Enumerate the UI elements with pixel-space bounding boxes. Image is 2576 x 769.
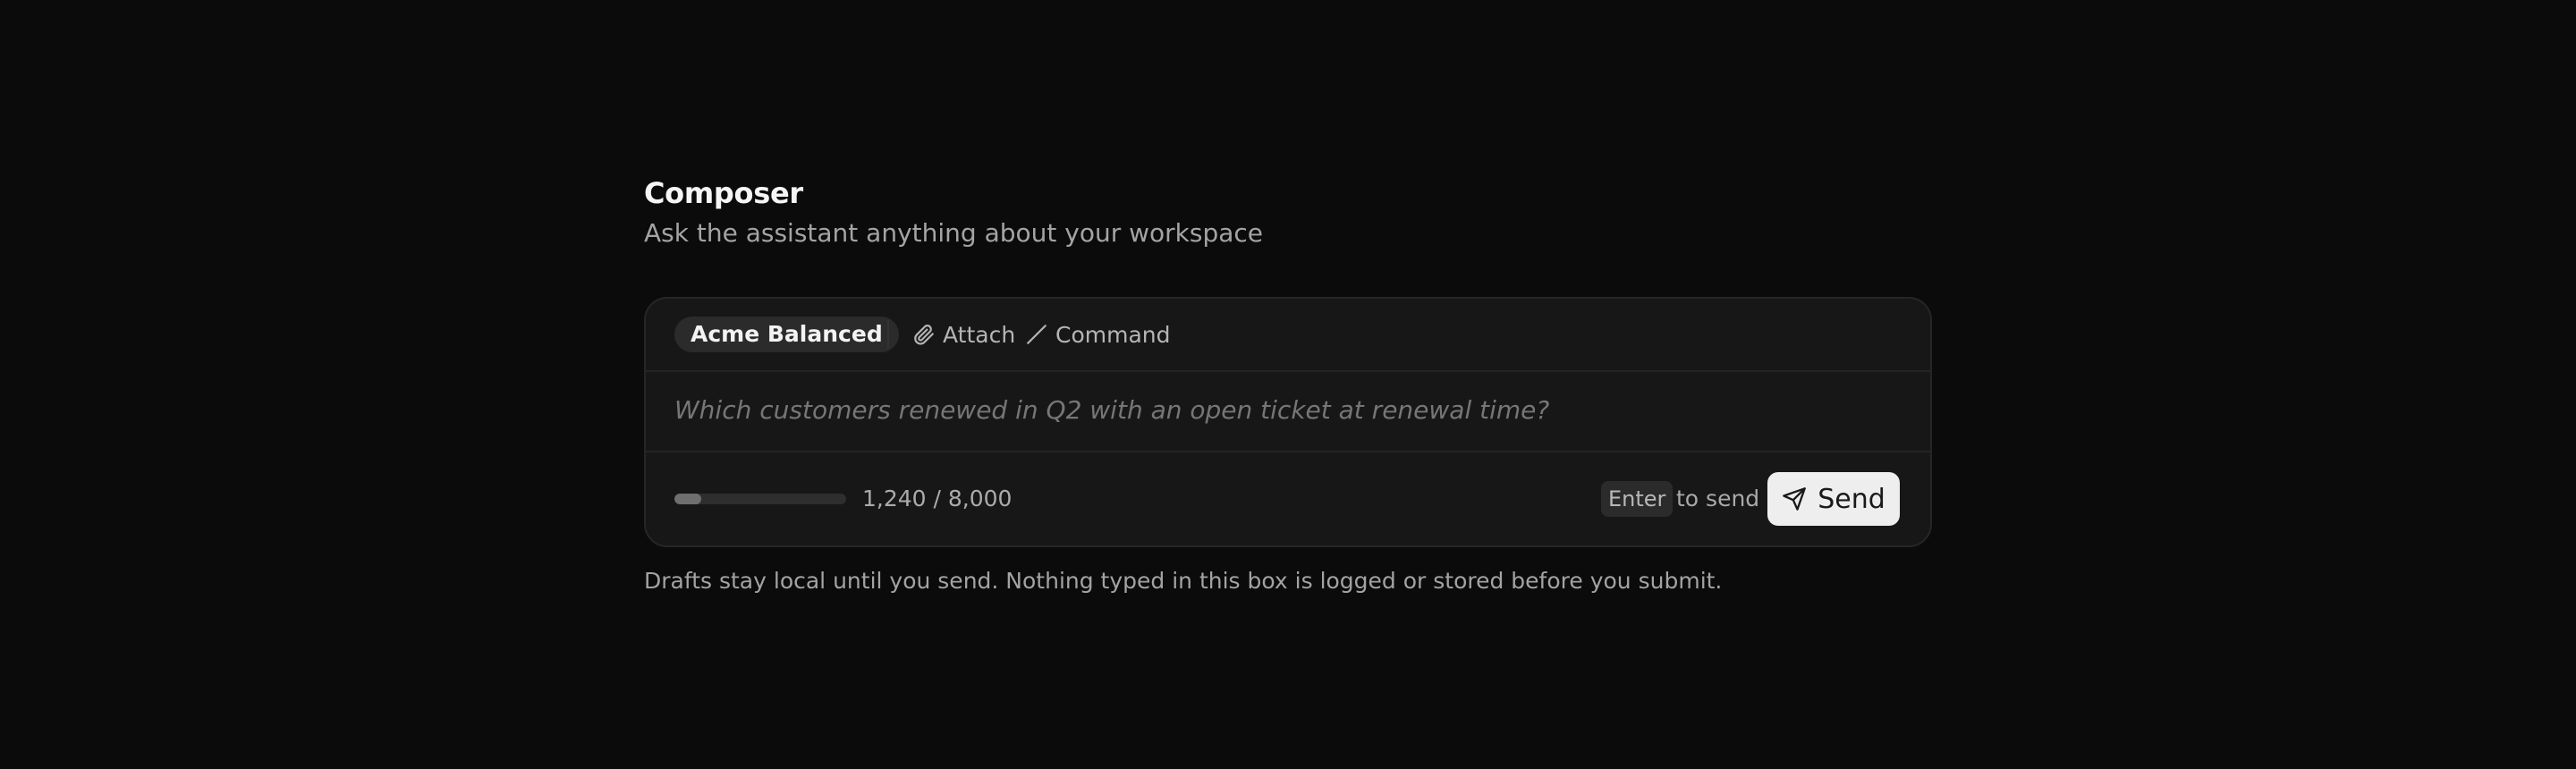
- composer-section: Composer Ask the assistant anything abou…: [644, 173, 1932, 594]
- paperclip-icon: [912, 323, 936, 346]
- send-button[interactable]: Send: [1767, 472, 1900, 526]
- send-hint-text: to send: [1676, 486, 1760, 511]
- char-usage-bar: [674, 494, 846, 504]
- attach-label: Attach: [943, 321, 1016, 348]
- char-count: 1,240 / 8,000: [862, 486, 1013, 511]
- command-button[interactable]: Command: [1025, 317, 1171, 352]
- send-label: Send: [1818, 483, 1885, 515]
- enter-key-hint: Enter: [1601, 481, 1674, 517]
- composer-card: Acme Balanced Attach Command Which custo…: [644, 297, 1932, 547]
- slash-icon: [1025, 323, 1048, 346]
- toolbar-divider: [887, 320, 889, 349]
- attach-button[interactable]: Attach: [912, 317, 1015, 352]
- page-title: Composer: [644, 176, 803, 210]
- char-usage-fill: [674, 494, 701, 504]
- composer-footer: 1,240 / 8,000 Enter to send Send: [646, 452, 1930, 545]
- prompt-area: [646, 372, 1930, 452]
- send-icon: [1782, 486, 1818, 511]
- model-selector[interactable]: Acme Balanced: [674, 317, 899, 352]
- composer-toolbar: Acme Balanced Attach Command: [646, 299, 1930, 372]
- privacy-note: Drafts stay local until you send. Nothin…: [644, 568, 1723, 594]
- page-subtitle: Ask the assistant anything about your wo…: [644, 218, 1264, 248]
- command-label: Command: [1055, 321, 1171, 348]
- prompt-input[interactable]: [674, 390, 1891, 429]
